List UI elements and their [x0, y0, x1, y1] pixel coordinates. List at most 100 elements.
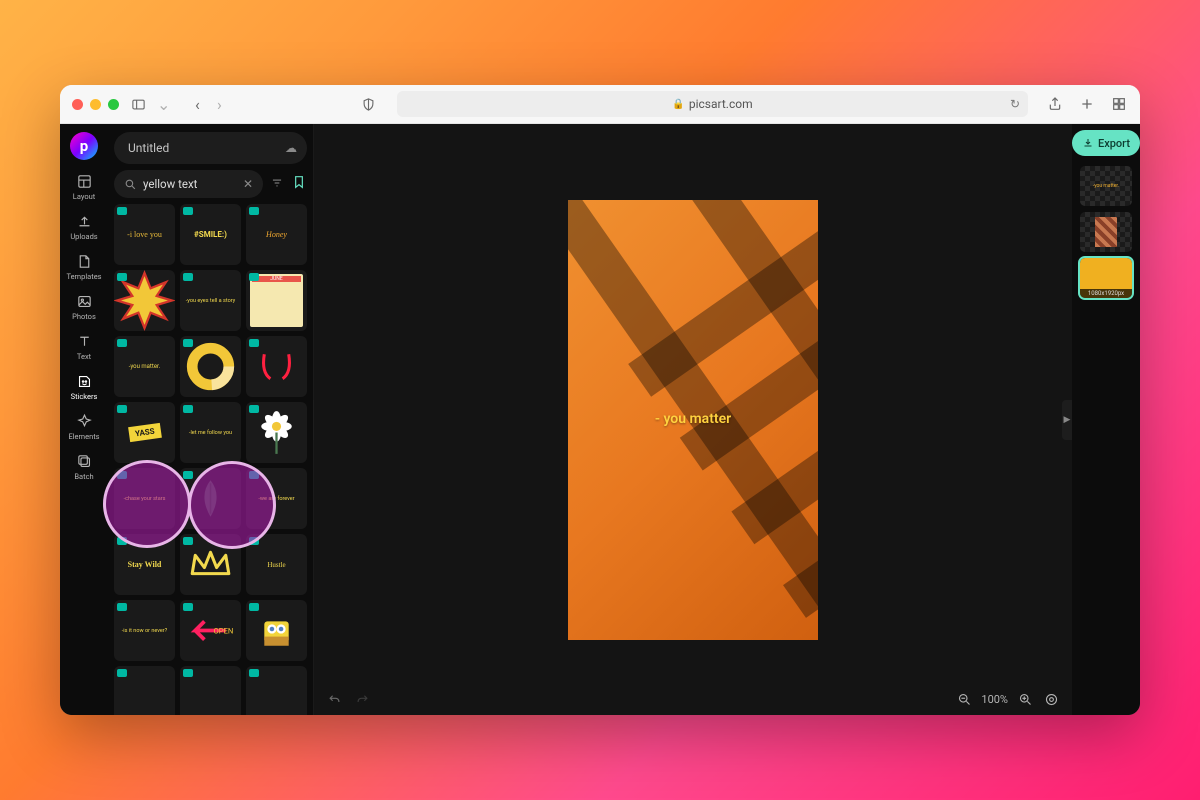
- filter-icon[interactable]: [269, 175, 285, 194]
- search-icon: [124, 178, 137, 191]
- shield-icon[interactable]: [357, 95, 379, 113]
- sticker-item-7[interactable]: [180, 336, 241, 397]
- new-tab-icon[interactable]: [1078, 95, 1096, 113]
- sticker-item-2[interactable]: Honey: [246, 204, 307, 265]
- clear-search-icon[interactable]: ✕: [243, 177, 253, 191]
- premium-badge-icon: [183, 273, 193, 281]
- rail-stickers[interactable]: Stickers: [60, 368, 108, 406]
- maximize-window-button[interactable]: [108, 99, 119, 110]
- sticker-item-0[interactable]: -i love you: [114, 204, 175, 265]
- forward-button[interactable]: ›: [217, 95, 231, 113]
- sticker-item-22[interactable]: [180, 666, 241, 715]
- premium-badge-icon: [249, 603, 259, 611]
- sticker-item-18[interactable]: -is it now or never?: [114, 600, 175, 661]
- rail-elements[interactable]: Elements: [60, 408, 108, 446]
- page-thumb-2[interactable]: [1080, 212, 1132, 252]
- sticker-item-16[interactable]: [180, 534, 241, 595]
- export-button[interactable]: Export: [1072, 130, 1140, 156]
- premium-badge-icon: [117, 273, 127, 281]
- sticker-item-17[interactable]: Hustle: [246, 534, 307, 595]
- premium-badge-icon: [249, 471, 259, 479]
- svg-text:OPEN: OPEN: [214, 627, 234, 636]
- premium-badge-icon: [183, 669, 193, 677]
- rail-batch-label: Batch: [74, 472, 93, 481]
- premium-badge-icon: [117, 669, 127, 677]
- undo-button[interactable]: [325, 690, 343, 708]
- rail-templates-label: Templates: [66, 272, 101, 281]
- sticker-item-1[interactable]: #SMILE:): [180, 204, 241, 265]
- right-rail: Export -you matter. 1080x1920px: [1072, 124, 1140, 715]
- sticker-label: -is it now or never?: [122, 628, 168, 634]
- page-thumb-1[interactable]: -you matter.: [1080, 166, 1132, 206]
- stickers-grid: -i love you #SMILE:)Honey -you eyes tell a…: [108, 204, 313, 715]
- fit-screen-button[interactable]: [1042, 690, 1060, 708]
- back-button[interactable]: ‹: [195, 95, 209, 113]
- sticker-item-20[interactable]: [246, 600, 307, 661]
- sticker-item-12[interactable]: -chase your stars: [114, 468, 175, 529]
- tab-dropdown-icon[interactable]: ⌄: [157, 95, 171, 113]
- bookmark-icon[interactable]: [291, 174, 307, 194]
- zoom-out-button[interactable]: [955, 690, 973, 708]
- app-logo[interactable]: p: [70, 132, 98, 160]
- browser-window: ⌄ ‹ › 🔒 picsart.com ↻ p Layout Uploads T…: [60, 85, 1140, 715]
- left-rail: p Layout Uploads Templates Photos Text S…: [60, 124, 108, 715]
- sticker-item-21[interactable]: [114, 666, 175, 715]
- close-window-button[interactable]: [72, 99, 83, 110]
- rail-elements-label: Elements: [68, 432, 99, 441]
- premium-badge-icon: [183, 471, 193, 479]
- premium-badge-icon: [117, 207, 127, 215]
- rail-batch[interactable]: Batch: [60, 448, 108, 486]
- sticker-item-19[interactable]: OPEN: [180, 600, 241, 661]
- redo-button[interactable]: [353, 690, 371, 708]
- sticker-item-14[interactable]: -we are forever: [246, 468, 307, 529]
- rail-photos[interactable]: Photos: [60, 288, 108, 326]
- premium-badge-icon: [117, 603, 127, 611]
- cloud-sync-icon[interactable]: ☁: [285, 141, 297, 155]
- refresh-icon[interactable]: ↻: [1010, 97, 1020, 111]
- sticker-item-9[interactable]: YASS: [114, 402, 175, 463]
- rail-templates[interactable]: Templates: [60, 248, 108, 286]
- rail-text[interactable]: Text: [60, 328, 108, 366]
- sticker-item-6[interactable]: -you matter.: [114, 336, 175, 397]
- canvas-text-sticker[interactable]: - you matter: [655, 411, 731, 427]
- premium-badge-icon: [117, 339, 127, 347]
- sticker-item-10[interactable]: -let me follow you: [180, 402, 241, 463]
- sticker-item-11[interactable]: [246, 402, 307, 463]
- premium-badge-icon: [117, 537, 127, 545]
- rail-uploads[interactable]: Uploads: [60, 208, 108, 246]
- expand-pages-icon[interactable]: ▶: [1062, 400, 1072, 440]
- premium-badge-icon: [249, 207, 259, 215]
- share-icon[interactable]: [1046, 95, 1064, 113]
- sticker-item-13[interactable]: [180, 468, 241, 529]
- page-thumb-1-text: -you matter.: [1093, 183, 1119, 189]
- premium-badge-icon: [183, 537, 193, 545]
- premium-badge-icon: [249, 669, 259, 677]
- sticker-item-23[interactable]: [246, 666, 307, 715]
- sticker-item-8[interactable]: [246, 336, 307, 397]
- export-label: Export: [1098, 137, 1130, 150]
- project-title-box[interactable]: Untitled ☁: [114, 132, 307, 164]
- premium-badge-icon: [183, 603, 193, 611]
- canvas[interactable]: - you matter: [568, 200, 818, 640]
- premium-badge-icon: [249, 339, 259, 347]
- sticker-item-15[interactable]: Stay Wild: [114, 534, 175, 595]
- lock-icon: 🔒: [672, 99, 684, 110]
- tabs-grid-icon[interactable]: [1110, 95, 1128, 113]
- minimize-window-button[interactable]: [90, 99, 101, 110]
- search-input[interactable]: yellow text ✕: [114, 170, 263, 198]
- page-thumb-3[interactable]: 1080x1920px: [1080, 258, 1132, 298]
- sticker-item-5[interactable]: JUNE: [246, 270, 307, 331]
- canvas-area[interactable]: - you matter: [314, 124, 1072, 715]
- rail-text-label: Text: [77, 352, 91, 361]
- premium-badge-icon: [183, 339, 193, 347]
- rail-layout[interactable]: Layout: [60, 168, 108, 206]
- sticker-item-4[interactable]: -you eyes tell a story: [180, 270, 241, 331]
- url-bar[interactable]: 🔒 picsart.com ↻: [397, 91, 1028, 117]
- zoom-in-button[interactable]: [1016, 690, 1034, 708]
- sticker-item-3[interactable]: [114, 270, 175, 331]
- premium-badge-icon: [117, 471, 127, 479]
- sticker-label: -you eyes tell a story: [186, 298, 236, 304]
- download-icon: [1082, 137, 1094, 149]
- sticker-label: -i love you: [127, 230, 162, 239]
- sidebar-toggle-icon[interactable]: [127, 95, 149, 113]
